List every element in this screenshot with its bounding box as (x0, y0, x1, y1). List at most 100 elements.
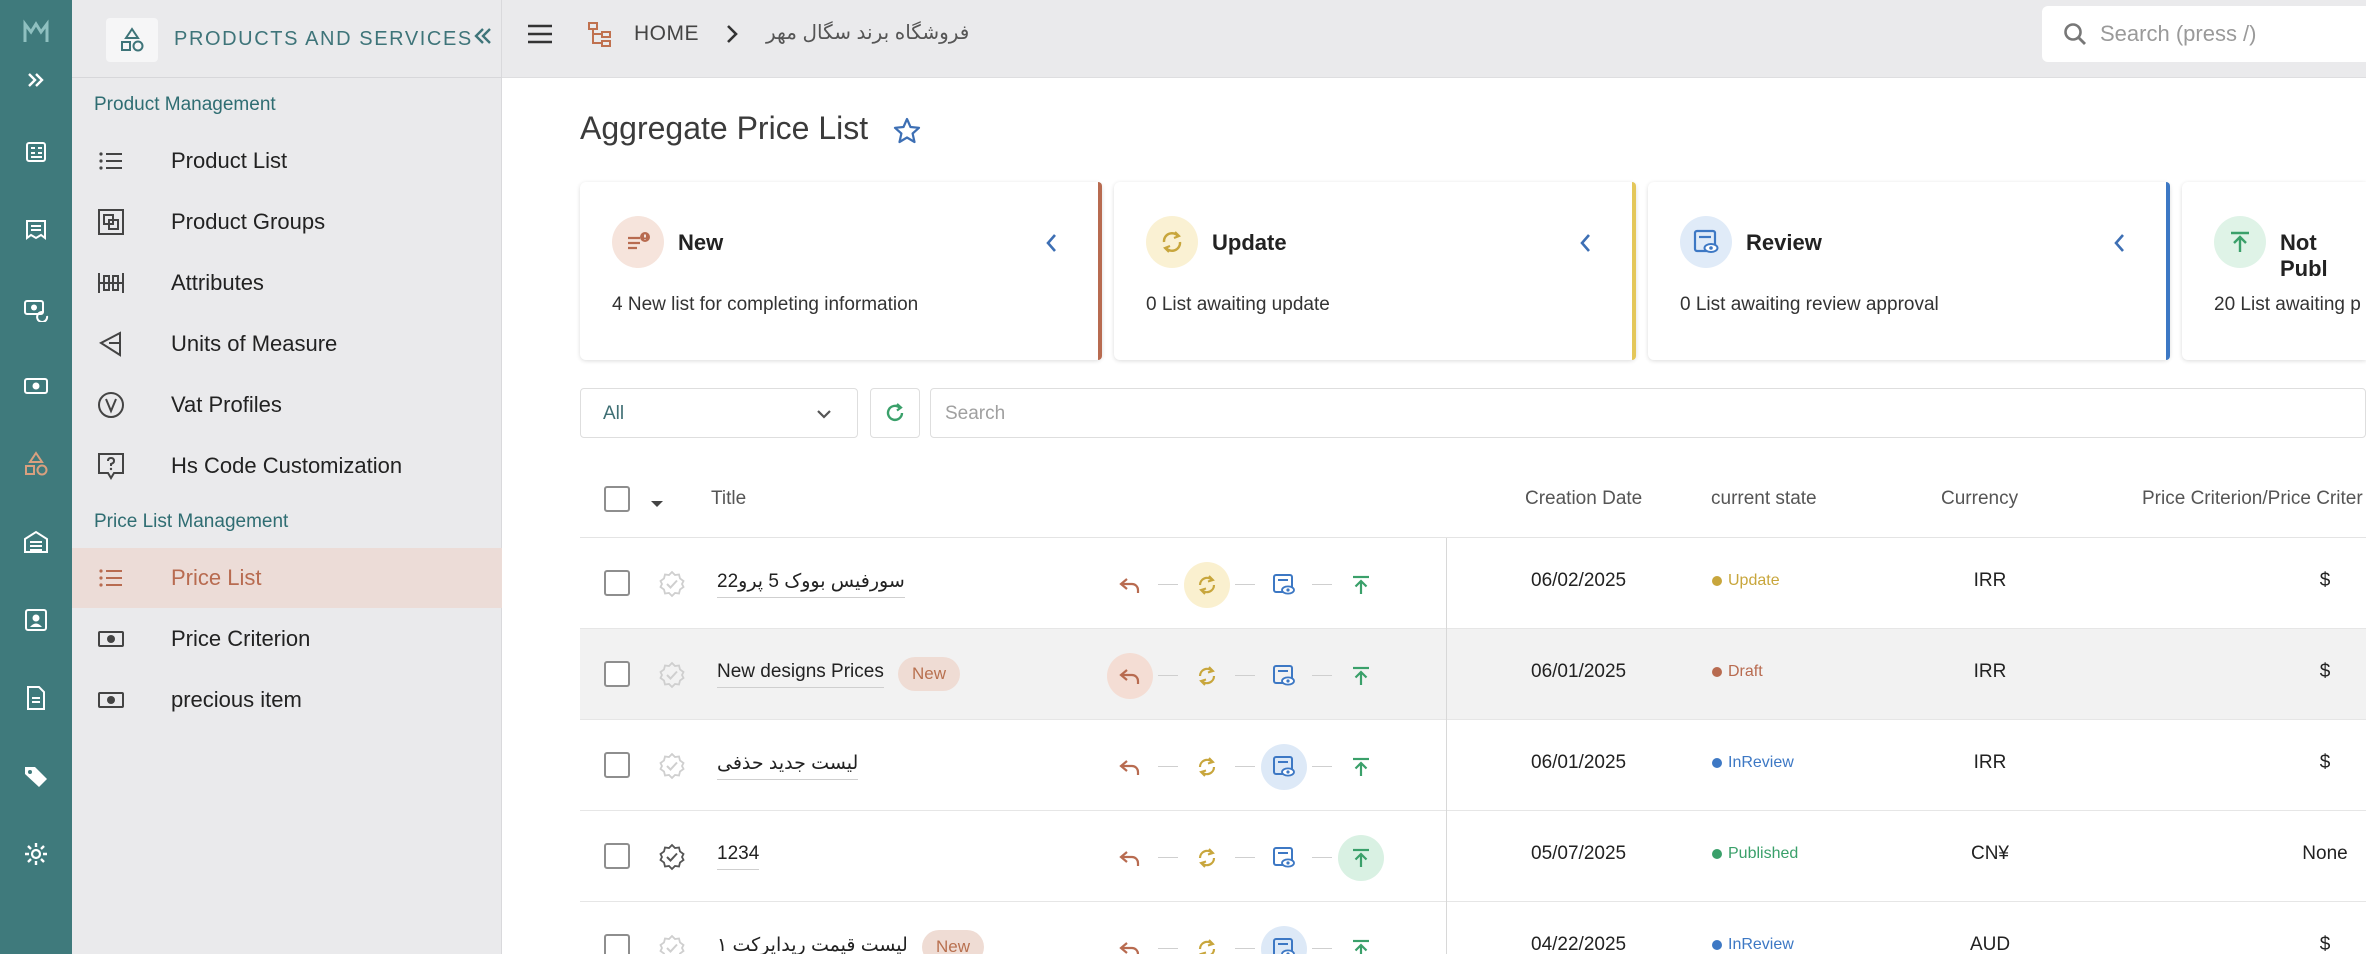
products-services-icon (106, 18, 158, 62)
sidebar-item-attributes[interactable]: Attributes (72, 253, 502, 313)
chevron-left-icon[interactable] (2108, 230, 2132, 256)
status-card-not-published[interactable]: Not Publ 20 List awaiting p (2182, 182, 2366, 360)
select-dropdown-icon[interactable] (650, 496, 664, 507)
status-card-update[interactable]: Update 0 List awaiting update (1114, 182, 1636, 360)
row-price-criterion: $ (2319, 570, 2331, 591)
table-row[interactable]: سورفیس بووک 5 پرو22 06/02/2025 Update IRR $ (580, 538, 2366, 629)
top-bar: HOME فروشگاه برند سگال مهر (502, 0, 2366, 78)
table-row[interactable]: New designs Prices New 06/01/2025 Draft IRR $ (580, 629, 2366, 720)
chevron-left-icon[interactable] (1574, 230, 1598, 256)
new-badge: New (922, 930, 985, 954)
workflow-publish-icon[interactable] (1338, 835, 1384, 881)
row-title[interactable]: New designs Prices (717, 661, 884, 688)
chevron-left-icon[interactable] (1040, 230, 1064, 256)
column-divider (1446, 538, 1447, 629)
column-creation-date[interactable]: Creation Date (1525, 488, 1642, 510)
table-row[interactable]: لیست جدید حذفی 06/01/2025 InReview IRR $ (580, 720, 2366, 811)
breadcrumb-home[interactable]: HOME (634, 22, 699, 46)
workflow-update-icon[interactable] (1184, 744, 1230, 790)
row-checkbox[interactable] (604, 661, 630, 687)
table-row[interactable]: لیست قیمت ریدایرکت ۱ New 04/22/2025 InRevie… (580, 902, 2366, 954)
sidebar-item-price-list[interactable]: Price List (72, 548, 502, 608)
global-search-input[interactable] (2100, 16, 2366, 52)
workflow-revert-icon[interactable] (1107, 926, 1153, 954)
sidebar-item-vat-profiles[interactable]: Vat Profiles (72, 375, 502, 435)
workflow-review-icon[interactable] (1261, 653, 1307, 699)
state-label: InReview (1728, 754, 1794, 771)
workflow-revert-icon[interactable] (1107, 835, 1153, 881)
card-description: 20 List awaiting p (2214, 294, 2361, 315)
workflow-review-icon[interactable] (1261, 744, 1307, 790)
column-title[interactable]: Title (711, 488, 746, 510)
document-icon[interactable] (18, 680, 54, 716)
sidebar-item-product-list[interactable]: Product List (72, 131, 502, 191)
list-icon (94, 561, 128, 595)
refresh-button[interactable] (870, 388, 920, 438)
global-search[interactable] (2042, 6, 2366, 62)
workflow-publish-icon[interactable] (1338, 562, 1384, 608)
status-filter-select[interactable]: All (580, 388, 858, 438)
cash-icon[interactable] (18, 368, 54, 404)
row-checkbox[interactable] (604, 934, 630, 954)
invoice-icon[interactable] (18, 212, 54, 248)
tags-icon[interactable] (18, 758, 54, 794)
workflow-revert-icon[interactable] (1107, 562, 1153, 608)
status-card-new[interactable]: New 4 New list for completing informatio… (580, 182, 1102, 360)
column-currency[interactable]: Currency (1941, 488, 2018, 510)
workflow-update-icon[interactable] (1184, 926, 1230, 954)
shapes-icon[interactable] (18, 446, 54, 482)
row-title[interactable]: سورفیس بووک 5 پرو22 (717, 570, 905, 598)
card-title: Update (1212, 230, 1287, 255)
table-row[interactable]: 1234 05/07/2025 Published CN¥ None (580, 811, 2366, 902)
contact-card-icon[interactable] (18, 602, 54, 638)
row-title[interactable]: لیست قیمت ریدایرکت ۱ (717, 934, 908, 954)
column-price-criterion[interactable]: Price Criterion/Price Criter (2142, 488, 2363, 510)
sidebar-item-price-criterion[interactable]: Price Criterion (72, 609, 502, 669)
row-checkbox[interactable] (604, 843, 630, 869)
sidebar-item-label: Hs Code Customization (171, 453, 403, 478)
row-checkbox[interactable] (604, 570, 630, 596)
column-current-state[interactable]: current state (1711, 488, 1817, 510)
expand-rail-icon[interactable] (18, 62, 54, 98)
warehouse-icon[interactable] (18, 524, 54, 560)
workflow-publish-icon[interactable] (1338, 926, 1384, 954)
row-checkbox[interactable] (604, 752, 630, 778)
row-price-criterion: $ (2319, 752, 2331, 773)
new-list-icon (612, 216, 664, 268)
workflow-publish-icon[interactable] (1338, 653, 1384, 699)
row-title[interactable]: لیست جدید حذفی (717, 752, 859, 780)
money-sync-icon[interactable] (18, 290, 54, 326)
sidebar-item-product-groups[interactable]: Product Groups (72, 192, 502, 252)
sidebar-item-label: Price Criterion (171, 626, 311, 651)
status-card-review[interactable]: Review 0 List awaiting review approval (1648, 182, 2170, 360)
workflow-publish-icon[interactable] (1338, 744, 1384, 790)
workflow-update-icon[interactable] (1184, 835, 1230, 881)
sidebar-item-precious-item[interactable]: precious item (72, 670, 502, 730)
sidebar-item-label: Attributes (171, 270, 264, 295)
app-logo-icon[interactable] (18, 14, 54, 50)
table-search[interactable] (930, 388, 2366, 438)
settings-icon[interactable] (18, 836, 54, 872)
row-price-criterion: $ (2319, 934, 2331, 954)
dashboard-icon[interactable] (18, 134, 54, 170)
icon-rail (0, 0, 72, 954)
workflow-review-icon[interactable] (1261, 835, 1307, 881)
menu-icon[interactable] (524, 20, 556, 48)
workflow-revert-icon[interactable] (1107, 744, 1153, 790)
sidebar-item-units-of-measure[interactable]: Units of Measure (72, 314, 502, 374)
sidebar-item-hs-code[interactable]: Hs Code Customization (72, 436, 502, 496)
workflow-update-icon[interactable] (1184, 562, 1230, 608)
hierarchy-icon (586, 20, 616, 50)
workflow-revert-icon[interactable] (1107, 653, 1153, 699)
table-search-input[interactable] (945, 397, 1745, 431)
row-creation-date: 06/01/2025 (1531, 661, 1627, 682)
workflow-update-icon[interactable] (1184, 653, 1230, 699)
breadcrumb-shop[interactable]: فروشگاه برند سگال مهر (766, 20, 969, 45)
workflow-review-icon[interactable] (1261, 926, 1307, 954)
workflow-review-icon[interactable] (1261, 562, 1307, 608)
row-title[interactable]: 1234 (717, 843, 760, 870)
favorite-star-icon[interactable] (892, 116, 922, 146)
new-badge: New (898, 657, 961, 691)
select-all-checkbox[interactable] (604, 486, 630, 512)
collapse-sidebar-icon[interactable] (468, 22, 496, 50)
